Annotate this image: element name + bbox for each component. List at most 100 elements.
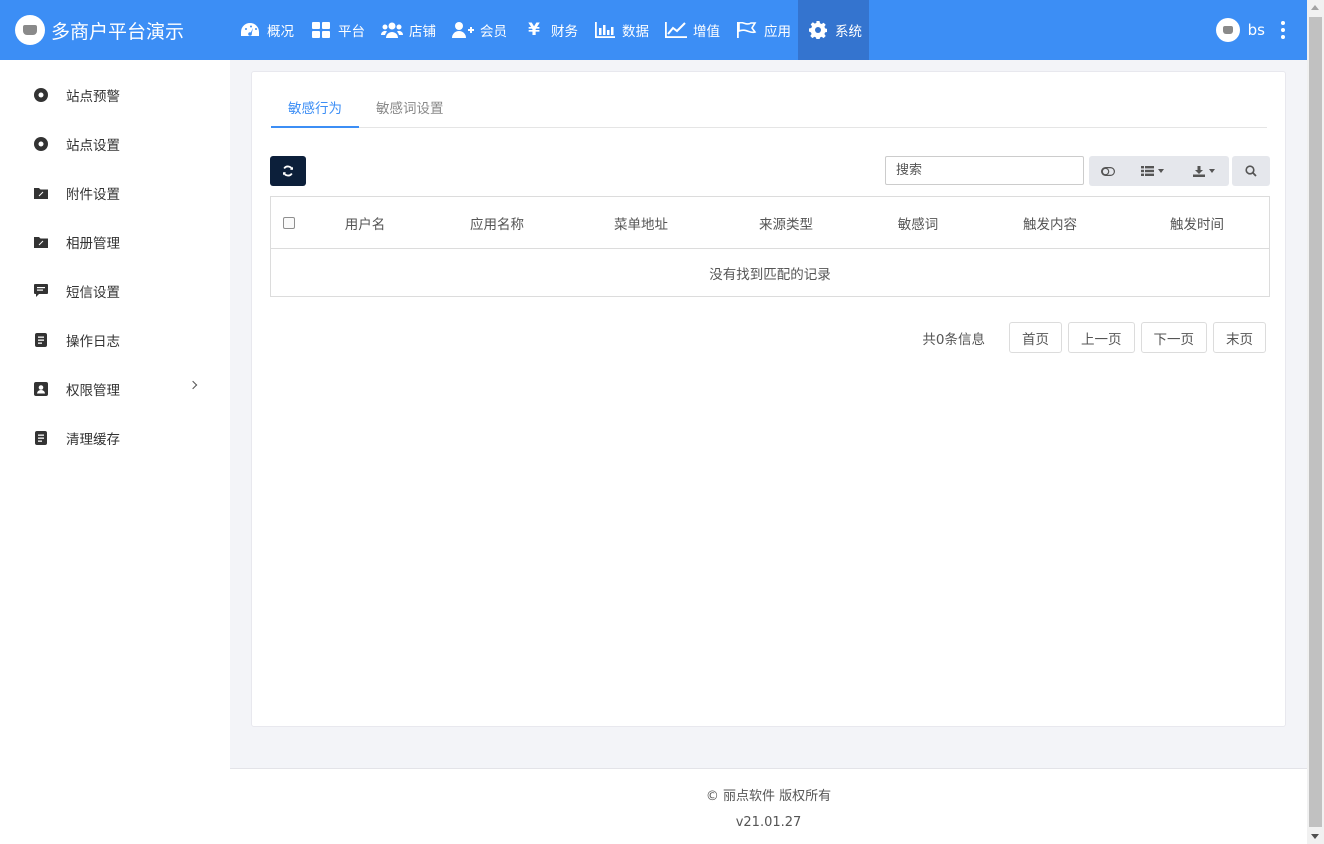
nav-item-member[interactable]: 会员 — [443, 0, 514, 60]
circle-dot-icon — [34, 87, 48, 102]
message-icon — [34, 284, 48, 298]
nav-item-value-added[interactable]: 增值 — [656, 0, 727, 60]
table-header: 用户名 应用名称 菜单地址 来源类型 敏感词 触发内容 触发时间 — [271, 197, 1269, 249]
folder-icon — [34, 235, 48, 249]
nav-label: 财务 — [551, 24, 578, 40]
sidebar: 站点预警 站点设置 附件设置 相册管理 短信设置 操作日志 权限管理 清理缓存 — [0, 60, 230, 844]
select-all-cell — [271, 216, 307, 229]
brand[interactable]: 多商户平台演示 — [0, 0, 230, 60]
toggle-icon — [1101, 166, 1115, 176]
nav-item-data[interactable]: 数据 — [585, 0, 656, 60]
nav-item-store[interactable]: 店铺 — [372, 0, 443, 60]
search-input[interactable] — [885, 156, 1084, 185]
first-page-button[interactable]: 首页 — [1009, 322, 1062, 353]
brand-title: 多商户平台演示 — [51, 20, 185, 43]
chevron-right-icon — [188, 380, 198, 390]
version: v21.01.27 — [735, 815, 802, 830]
nav-item-system[interactable]: 系统 — [798, 0, 869, 60]
sidebar-item-label: 相册管理 — [66, 235, 120, 252]
grid-icon — [310, 20, 332, 40]
folder-icon — [34, 186, 48, 200]
file-text-icon — [34, 332, 48, 347]
sidebar-item-site-alert[interactable]: 站点预警 — [0, 70, 230, 119]
avatar[interactable] — [1215, 18, 1240, 42]
yen-icon: ¥ — [528, 20, 540, 40]
gear-icon — [807, 20, 829, 40]
last-page-button[interactable]: 末页 — [1213, 322, 1266, 353]
nav-label: 增值 — [693, 24, 720, 40]
scroll-up-icon[interactable] — [1311, 5, 1319, 10]
user-plus-icon — [452, 20, 474, 40]
column-header[interactable]: 菜单地址 — [571, 213, 711, 233]
nav-item-overview[interactable]: 概况 — [230, 0, 301, 60]
sidebar-item-label: 附件设置 — [66, 186, 120, 203]
download-icon — [1192, 165, 1205, 177]
sidebar-item-site-settings[interactable]: 站点设置 — [0, 119, 230, 168]
nav-label: 数据 — [622, 24, 649, 40]
vertical-scrollbar[interactable] — [1307, 0, 1324, 844]
nav-item-platform[interactable]: 平台 — [301, 0, 372, 60]
sidebar-item-clear-cache[interactable]: 清理缓存 — [0, 413, 230, 462]
data-table: 用户名 应用名称 菜单地址 来源类型 敏感词 触发内容 触发时间 没有找到匹配的… — [270, 196, 1270, 297]
next-page-button[interactable]: 下一页 — [1140, 322, 1207, 353]
sidebar-item-label: 清理缓存 — [66, 431, 120, 448]
sidebar-item-label: 站点设置 — [66, 137, 120, 154]
tab-sensitive-behavior[interactable]: 敏感行为 — [271, 92, 359, 128]
nav-label: 系统 — [835, 24, 862, 40]
main-nav: 概况 平台 店铺 会员 ¥ 财务 数据 增值 应用 系统 — [230, 0, 869, 60]
list-icon — [1141, 166, 1154, 176]
nav-item-apps[interactable]: 应用 — [727, 0, 798, 60]
scroll-down-icon[interactable] — [1311, 834, 1319, 839]
column-header[interactable]: 用户名 — [307, 213, 423, 233]
search-button[interactable] — [1232, 156, 1270, 186]
table-toolbar — [1089, 156, 1229, 186]
select-all-checkbox[interactable] — [283, 216, 295, 229]
empty-message: 没有找到匹配的记录 — [709, 266, 831, 283]
column-header[interactable]: 触发时间 — [1125, 213, 1269, 233]
caret-down-icon — [1208, 169, 1215, 173]
column-header[interactable]: 触发内容 — [975, 213, 1125, 233]
toggle-view-button[interactable] — [1089, 156, 1127, 186]
columns-dropdown-button[interactable] — [1127, 156, 1178, 186]
sidebar-item-sms-settings[interactable]: 短信设置 — [0, 266, 230, 315]
nav-label: 会员 — [480, 24, 507, 40]
sidebar-item-permissions[interactable]: 权限管理 — [0, 364, 230, 413]
tab-bar: 敏感行为 敏感词设置 — [271, 92, 1267, 128]
prev-page-button[interactable]: 上一页 — [1068, 322, 1135, 353]
brand-logo — [15, 15, 45, 45]
file-text-icon — [34, 430, 48, 445]
column-header[interactable]: 应用名称 — [423, 213, 571, 233]
sidebar-item-album[interactable]: 相册管理 — [0, 217, 230, 266]
nav-label: 概况 — [267, 24, 294, 40]
tab-sensitive-word-settings[interactable]: 敏感词设置 — [359, 92, 461, 128]
flag-icon — [736, 20, 758, 40]
column-header[interactable]: 来源类型 — [711, 213, 861, 233]
dashboard-icon — [239, 20, 261, 40]
refresh-icon — [283, 165, 293, 177]
sidebar-item-label: 站点预警 — [66, 88, 120, 105]
nav-label: 平台 — [338, 24, 365, 40]
nav-label: 应用 — [764, 24, 791, 40]
nav-label: 店铺 — [409, 24, 436, 40]
sidebar-item-operation-log[interactable]: 操作日志 — [0, 315, 230, 364]
sidebar-item-label: 权限管理 — [66, 382, 120, 399]
user-badge-icon — [34, 381, 48, 396]
scrollbar-thumb[interactable] — [1309, 17, 1322, 827]
refresh-button[interactable] — [270, 156, 306, 186]
pagination: 共0条信息 首页 上一页 下一页 末页 — [922, 322, 1266, 353]
search-icon — [1245, 165, 1257, 177]
export-dropdown-button[interactable] — [1178, 156, 1229, 186]
caret-down-icon — [1158, 169, 1164, 173]
page-info: 共0条信息 — [922, 331, 985, 348]
copyright: © 丽点软件 版权所有 — [705, 789, 832, 804]
column-header[interactable]: 敏感词 — [861, 213, 975, 233]
users-icon — [381, 20, 403, 40]
nav-item-finance[interactable]: ¥ 财务 — [514, 0, 585, 60]
top-navbar: 多商户平台演示 概况 平台 店铺 会员 ¥ 财务 数据 增值 应用 系统 bs — [0, 0, 1307, 60]
sidebar-item-attachment-settings[interactable]: 附件设置 — [0, 168, 230, 217]
sidebar-item-label: 短信设置 — [66, 284, 120, 301]
user-name[interactable]: bs — [1248, 21, 1265, 39]
user-menu[interactable]: bs — [1215, 0, 1307, 60]
more-vertical-icon[interactable] — [1281, 21, 1285, 39]
footer: © 丽点软件 版权所有 v21.01.27 — [230, 768, 1307, 844]
